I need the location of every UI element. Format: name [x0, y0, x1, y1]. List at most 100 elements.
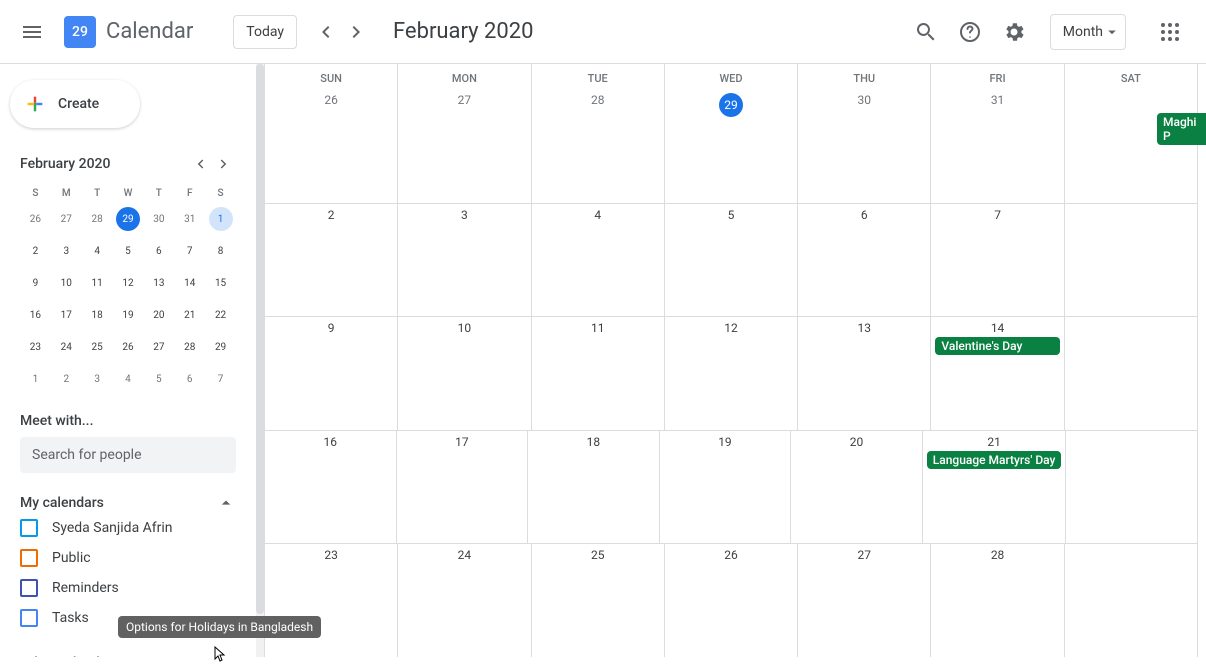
mini-day-cell[interactable]: 4 [113, 363, 144, 395]
event-chip[interactable]: Language Martyrs' Day [927, 451, 1062, 469]
day-cell[interactable]: 30 [798, 89, 931, 203]
day-cell[interactable] [1065, 544, 1198, 657]
day-cell[interactable] [1065, 204, 1198, 317]
day-cell[interactable]: 5 [665, 204, 798, 317]
mini-day-cell[interactable]: 23 [20, 331, 51, 363]
search-people-input[interactable]: Search for people [20, 437, 236, 473]
calendar-checkbox[interactable] [20, 549, 38, 567]
mini-day-cell[interactable]: 1 [205, 203, 236, 235]
mini-day-cell[interactable]: 3 [82, 363, 113, 395]
mini-day-cell[interactable]: 27 [143, 331, 174, 363]
mini-day-cell[interactable]: 29 [205, 331, 236, 363]
mini-day-cell[interactable]: 7 [174, 235, 205, 267]
create-button[interactable]: Create [10, 80, 140, 128]
mini-day-cell[interactable]: 31 [174, 203, 205, 235]
mini-day-cell[interactable]: 26 [20, 203, 51, 235]
mini-day-cell[interactable]: 2 [51, 363, 82, 395]
mini-day-cell[interactable]: 25 [82, 331, 113, 363]
day-cell[interactable]: 20 [791, 431, 923, 544]
day-cell[interactable]: 26 [665, 544, 798, 657]
mini-day-cell[interactable]: 29 [113, 203, 144, 235]
prev-month-button[interactable] [309, 16, 341, 48]
day-cell[interactable]: 19 [660, 431, 792, 544]
calendar-item[interactable]: Syeda Sanjida Afrin [20, 513, 236, 543]
day-cell[interactable]: 13 [798, 317, 931, 430]
mini-day-cell[interactable]: 18 [82, 299, 113, 331]
mini-day-cell[interactable]: 14 [174, 267, 205, 299]
mini-day-cell[interactable]: 12 [113, 267, 144, 299]
mini-day-cell[interactable]: 28 [174, 331, 205, 363]
mini-day-cell[interactable]: 15 [205, 267, 236, 299]
day-cell[interactable]: 25 [532, 544, 665, 657]
day-cell[interactable]: 9 [265, 317, 398, 430]
mini-day-cell[interactable]: 5 [113, 235, 144, 267]
calendar-item[interactable]: Public [20, 543, 236, 573]
day-cell[interactable] [1066, 431, 1198, 544]
day-cell[interactable]: 24 [398, 544, 531, 657]
day-cell[interactable]: 11 [532, 317, 665, 430]
mini-day-cell[interactable]: 26 [113, 331, 144, 363]
day-cell[interactable]: 16 [265, 431, 397, 544]
main-menu-button[interactable] [8, 8, 56, 56]
mini-day-cell[interactable]: 17 [51, 299, 82, 331]
mini-day-cell[interactable]: 6 [174, 363, 205, 395]
mini-day-cell[interactable]: 10 [51, 267, 82, 299]
mini-day-cell[interactable]: 8 [205, 235, 236, 267]
mini-day-cell[interactable]: 27 [51, 203, 82, 235]
day-cell[interactable]: 14Valentine's Day [931, 317, 1064, 430]
day-cell[interactable]: 26 [265, 89, 398, 203]
mini-day-cell[interactable]: 19 [113, 299, 144, 331]
day-cell[interactable]: 23 [265, 544, 398, 657]
event-chip[interactable]: Maghi P [1157, 113, 1206, 145]
day-cell[interactable]: 3 [398, 204, 531, 317]
sidebar-scrollbar[interactable] [256, 64, 264, 657]
day-cell[interactable]: 17 [397, 431, 529, 544]
day-cell[interactable]: 28 [532, 89, 665, 203]
next-month-button[interactable] [341, 16, 373, 48]
search-button[interactable] [906, 12, 946, 52]
day-cell[interactable]: 6 [798, 204, 931, 317]
mini-next-button[interactable] [212, 152, 236, 176]
mini-day-cell[interactable]: 30 [143, 203, 174, 235]
day-cell[interactable] [1065, 317, 1198, 430]
mini-day-cell[interactable]: 22 [205, 299, 236, 331]
day-cell[interactable]: 27 [798, 544, 931, 657]
mini-day-cell[interactable]: 9 [20, 267, 51, 299]
other-calendars-header[interactable]: Other calendars [20, 653, 236, 657]
mini-day-cell[interactable]: 11 [82, 267, 113, 299]
calendar-checkbox[interactable] [20, 609, 38, 627]
event-chip[interactable]: Valentine's Day [935, 337, 1059, 355]
day-cell[interactable]: Maghi P [1065, 89, 1198, 203]
day-cell[interactable]: 21Language Martyrs' Day [923, 431, 1067, 544]
settings-button[interactable] [994, 12, 1034, 52]
mini-day-cell[interactable]: 20 [143, 299, 174, 331]
mini-day-cell[interactable]: 5 [143, 363, 174, 395]
day-cell[interactable]: 28 [931, 544, 1064, 657]
mini-prev-button[interactable] [188, 152, 212, 176]
view-selector[interactable]: Month [1050, 14, 1126, 50]
mini-day-cell[interactable]: 16 [20, 299, 51, 331]
day-cell[interactable]: 31 [931, 89, 1064, 203]
day-cell[interactable]: 2 [265, 204, 398, 317]
day-cell[interactable]: 12 [665, 317, 798, 430]
my-calendars-header[interactable]: My calendars [20, 493, 236, 513]
mini-day-cell[interactable]: 28 [82, 203, 113, 235]
mini-day-cell[interactable]: 3 [51, 235, 82, 267]
mini-day-cell[interactable]: 7 [205, 363, 236, 395]
google-apps-button[interactable] [1150, 12, 1190, 52]
support-button[interactable] [950, 12, 990, 52]
today-button[interactable]: Today [233, 15, 297, 49]
day-cell[interactable]: 4 [532, 204, 665, 317]
day-cell[interactable]: 27 [398, 89, 531, 203]
day-cell[interactable]: 7 [931, 204, 1064, 317]
mini-day-cell[interactable]: 24 [51, 331, 82, 363]
day-cell[interactable]: 10 [398, 317, 531, 430]
day-cell[interactable]: 18 [528, 431, 660, 544]
mini-day-cell[interactable]: 1 [20, 363, 51, 395]
mini-day-cell[interactable]: 2 [20, 235, 51, 267]
mini-day-cell[interactable]: 21 [174, 299, 205, 331]
mini-day-cell[interactable]: 4 [82, 235, 113, 267]
day-cell[interactable]: 29 [665, 89, 798, 203]
calendar-checkbox[interactable] [20, 519, 38, 537]
calendar-item[interactable]: Reminders [20, 573, 236, 603]
